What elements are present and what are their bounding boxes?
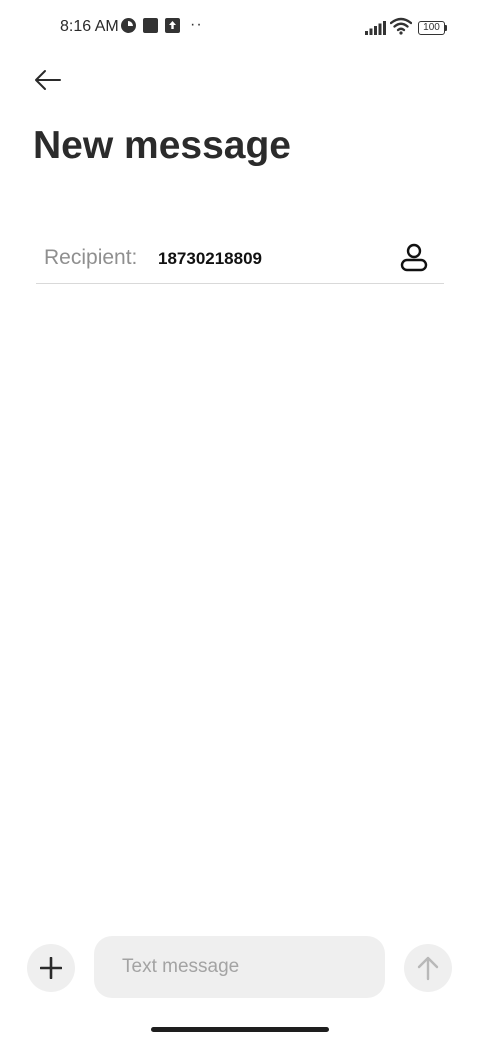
- contact-picker-button[interactable]: [396, 240, 432, 276]
- arrow-left-icon: [35, 70, 61, 90]
- status-time: 8:16 AM: [60, 18, 119, 35]
- back-button[interactable]: [30, 64, 66, 96]
- add-attachment-button[interactable]: [27, 944, 75, 992]
- upload-icon: [165, 18, 180, 33]
- home-indicator[interactable]: [151, 1027, 329, 1032]
- page-title: New message: [33, 124, 291, 167]
- message-input[interactable]: [94, 936, 385, 998]
- send-button[interactable]: [404, 944, 452, 992]
- battery-tip: [445, 25, 447, 31]
- recipient-field[interactable]: Recipient: 18730218809: [36, 232, 444, 284]
- wifi-icon: [390, 17, 412, 35]
- recipient-value[interactable]: 18730218809: [158, 249, 262, 269]
- battery-icon: 100: [418, 21, 448, 35]
- status-bar: 8:16 AM ·· 100: [0, 0, 480, 56]
- battery-level: 100: [418, 21, 445, 35]
- arrow-up-icon: [417, 956, 439, 981]
- pie-icon: [121, 18, 136, 33]
- plus-icon: [40, 957, 62, 979]
- square-icon: [143, 18, 158, 33]
- more-dots: ··: [190, 16, 203, 33]
- person-icon: [400, 243, 428, 272]
- signal-icon: [365, 21, 386, 35]
- recipient-label: Recipient:: [44, 246, 138, 269]
